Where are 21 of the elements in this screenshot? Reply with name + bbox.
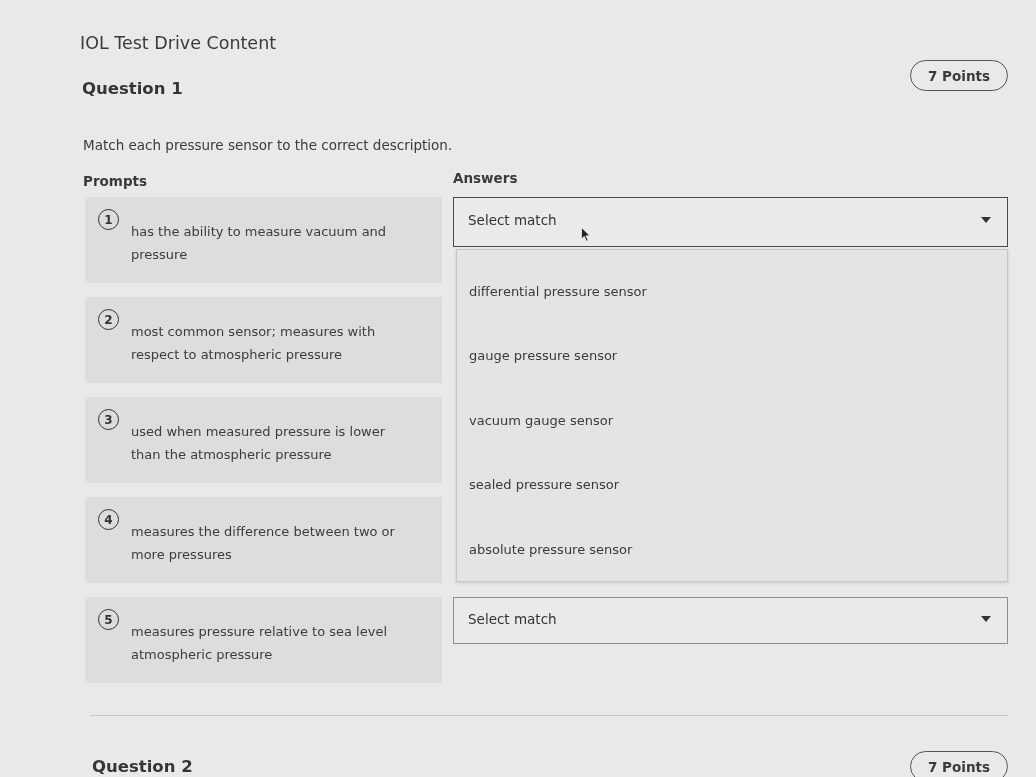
match-dropdown[interactable]: Select match: [453, 197, 1008, 247]
instruction-text: Match each pressure sensor to the correct description.: [83, 136, 453, 155]
caret-icon: [981, 217, 991, 223]
page-title: IOL Test Drive Content: [80, 32, 277, 55]
prompt-text: used when measured pressure is lower than the atmospheric pressure: [131, 423, 387, 464]
dropdown-option[interactable]: gauge pressure sensor: [457, 323, 1007, 388]
question-title: Question 1: [82, 78, 183, 100]
prompt-text: measures pressure relative to sea level atmospheric pressure: [131, 623, 389, 664]
dropdown-option[interactable]: vacuum gauge sensor: [457, 388, 1007, 453]
column-heading: Prompts: [83, 172, 148, 191]
dropdown-option[interactable]: sealed pressure sensor: [457, 452, 1007, 517]
mouse-pointer-icon: [581, 227, 591, 242]
dropdown-option[interactable]: differential pressure sensor: [457, 259, 1007, 324]
question-title: Question 2: [92, 756, 193, 777]
prompt-text: most common sensor; measures with respect to atmospheric pressure: [131, 323, 377, 364]
column-heading: Answers: [453, 169, 518, 188]
prompt-text: measures the difference between two or more pressures: [131, 523, 396, 564]
prompt-text: has the ability to measure vacuum and pressure: [131, 223, 388, 264]
match-dropdown[interactable]: Select match: [453, 597, 1008, 644]
caret-icon: [981, 615, 991, 622]
dropdown-option[interactable]: absolute pressure sensor: [457, 517, 1007, 582]
